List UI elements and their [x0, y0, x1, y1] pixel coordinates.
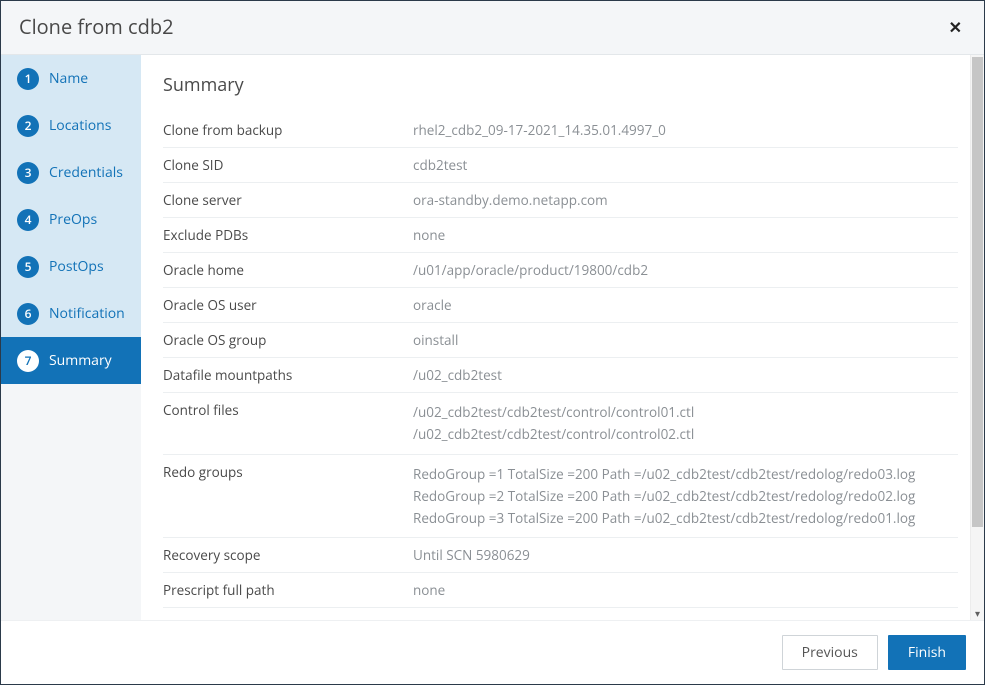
step-label: Name — [49, 69, 88, 88]
step-postops[interactable]: 5 PostOps — [1, 243, 141, 290]
step-locations[interactable]: 2 Locations — [1, 102, 141, 149]
step-number: 2 — [17, 115, 39, 137]
summary-label: Redo groups — [163, 463, 413, 481]
step-label: Locations — [49, 116, 111, 135]
row-prescript-arguments: Prescript arguments — [163, 608, 958, 620]
summary-label: Oracle OS user — [163, 296, 413, 314]
previous-button[interactable]: Previous — [782, 635, 878, 670]
step-label: Notification — [49, 304, 125, 323]
summary-label: Recovery scope — [163, 546, 413, 564]
row-oracle-os-group: Oracle OS group oinstall — [163, 323, 958, 358]
step-label: Summary — [49, 351, 112, 370]
row-clone-server: Clone server ora-standby.demo.netapp.com — [163, 183, 958, 218]
summary-label: Clone server — [163, 191, 413, 209]
dialog-body: 1 Name 2 Locations 3 Credentials 4 PreOp… — [1, 55, 984, 620]
row-oracle-os-user: Oracle OS user oracle — [163, 288, 958, 323]
summary-value: oinstall — [413, 331, 958, 349]
step-number: 4 — [17, 209, 39, 231]
dialog-header: Clone from cdb2 ✕ — [1, 1, 984, 55]
summary-value: Until SCN 5980629 — [413, 546, 958, 564]
step-notification[interactable]: 6 Notification — [1, 290, 141, 337]
summary-label: Control files — [163, 401, 413, 419]
row-clone-from-backup: Clone from backup rhel2_cdb2_09-17-2021_… — [163, 113, 958, 148]
content-wrapper: Summary Clone from backup rhel2_cdb2_09-… — [141, 55, 984, 620]
step-preops[interactable]: 4 PreOps — [1, 196, 141, 243]
summary-content: Summary Clone from backup rhel2_cdb2_09-… — [141, 55, 970, 620]
summary-value: /u02_cdb2test/cdb2test/control/control01… — [413, 401, 958, 446]
summary-value: /u01/app/oracle/product/19800/cdb2 — [413, 261, 958, 279]
summary-label: Clone from backup — [163, 121, 413, 139]
step-summary[interactable]: 7 Summary — [1, 337, 141, 384]
summary-value: ora-standby.demo.netapp.com — [413, 191, 958, 209]
summary-value: RedoGroup =1 TotalSize =200 Path =/u02_c… — [413, 463, 958, 530]
summary-label: Exclude PDBs — [163, 226, 413, 244]
dialog-footer: Previous Finish — [1, 620, 984, 684]
summary-value: cdb2test — [413, 156, 958, 174]
step-credentials[interactable]: 3 Credentials — [1, 149, 141, 196]
row-control-files: Control files /u02_cdb2test/cdb2test/con… — [163, 393, 958, 455]
finish-button[interactable]: Finish — [888, 635, 966, 670]
row-oracle-home: Oracle home /u01/app/oracle/product/1980… — [163, 253, 958, 288]
step-number: 7 — [17, 350, 39, 372]
dialog-title: Clone from cdb2 — [19, 13, 174, 40]
close-icon[interactable]: ✕ — [945, 15, 966, 39]
summary-label: Oracle OS group — [163, 331, 413, 349]
summary-value: none — [413, 226, 958, 244]
summary-label: Clone SID — [163, 156, 413, 174]
row-exclude-pdbs: Exclude PDBs none — [163, 218, 958, 253]
step-number: 1 — [17, 68, 39, 90]
content-heading: Summary — [163, 73, 958, 97]
step-label: PreOps — [49, 210, 97, 229]
summary-value: rhel2_cdb2_09-17-2021_14.35.01.4997_0 — [413, 121, 958, 139]
row-datafile-mountpaths: Datafile mountpaths /u02_cdb2test — [163, 358, 958, 393]
scrollbar-down-icon[interactable]: ▾ — [971, 606, 984, 620]
step-label: Credentials — [49, 163, 123, 182]
summary-value: none — [413, 581, 958, 599]
step-number: 5 — [17, 256, 39, 278]
scrollbar-thumb[interactable] — [972, 57, 983, 527]
step-name[interactable]: 1 Name — [1, 55, 141, 102]
wizard-sidebar: 1 Name 2 Locations 3 Credentials 4 PreOp… — [1, 55, 141, 620]
summary-value: /u02_cdb2test — [413, 366, 958, 384]
step-number: 6 — [17, 303, 39, 325]
clone-wizard-dialog: Clone from cdb2 ✕ 1 Name 2 Locations 3 C… — [1, 1, 984, 684]
summary-label: Prescript full path — [163, 581, 413, 599]
row-redo-groups: Redo groups RedoGroup =1 TotalSize =200 … — [163, 455, 958, 539]
row-prescript-full-path: Prescript full path none — [163, 573, 958, 608]
summary-label: Oracle home — [163, 261, 413, 279]
step-label: PostOps — [49, 257, 104, 276]
row-clone-sid: Clone SID cdb2test — [163, 148, 958, 183]
summary-value: oracle — [413, 296, 958, 314]
summary-label: Datafile mountpaths — [163, 366, 413, 384]
row-recovery-scope: Recovery scope Until SCN 5980629 — [163, 538, 958, 573]
step-number: 3 — [17, 162, 39, 184]
scrollbar[interactable]: ▾ — [970, 55, 984, 620]
